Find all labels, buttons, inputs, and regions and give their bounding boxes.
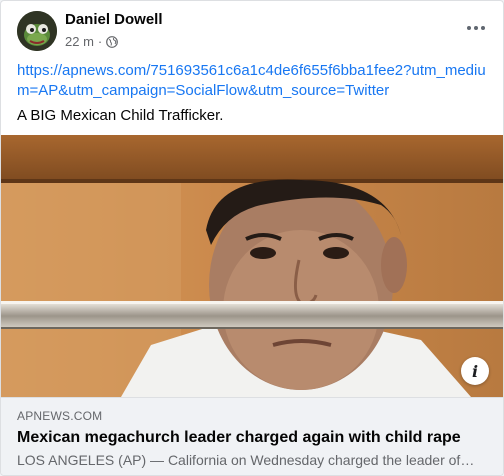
post-link[interactable]: https://apnews.com/751693561c6a1c4de6f65… xyxy=(17,61,487,101)
more-dot-icon xyxy=(481,26,485,30)
post-timestamp[interactable]: 22 m xyxy=(65,34,94,49)
avatar[interactable] xyxy=(17,11,57,51)
post-header: Daniel Dowell 22 m · xyxy=(1,1,503,57)
preview-description: LOS ANGELES (AP) — California on Wednesd… xyxy=(17,452,477,468)
info-icon[interactable]: i xyxy=(461,357,489,385)
post-text: A BIG Mexican Child Trafficker. xyxy=(17,107,224,124)
link-preview-caption[interactable]: APNEWS.COM Mexican megachurch leader cha… xyxy=(1,397,503,475)
courtroom-photo xyxy=(1,135,503,397)
post-meta: 22 m · xyxy=(65,34,119,49)
meta-separator: · xyxy=(97,34,103,49)
link-preview-image[interactable]: i xyxy=(1,135,503,397)
more-options-button[interactable] xyxy=(461,13,491,43)
more-dot-icon xyxy=(474,26,478,30)
feed-post: Daniel Dowell 22 m · https://apnews.com/… xyxy=(0,0,504,476)
preview-domain: APNEWS.COM xyxy=(17,409,103,423)
more-dot-icon xyxy=(467,26,471,30)
preview-title[interactable]: Mexican megachurch leader charged again … xyxy=(17,429,487,447)
post-author-name[interactable]: Daniel Dowell xyxy=(65,11,163,28)
globe-icon[interactable] xyxy=(106,35,119,48)
